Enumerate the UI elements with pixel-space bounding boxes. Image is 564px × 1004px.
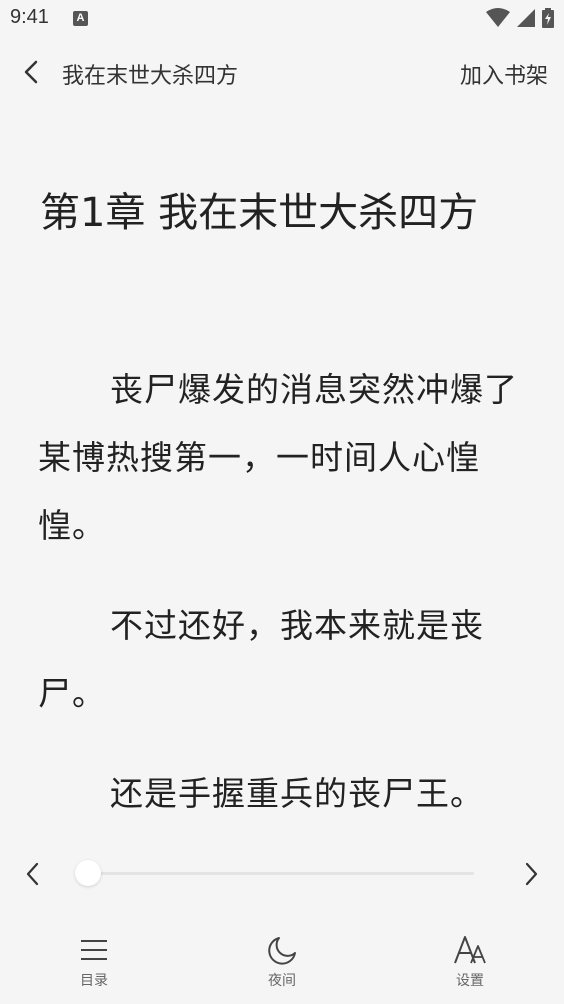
- chevron-left-icon: [26, 862, 39, 886]
- nav-item-night[interactable]: 夜间: [237, 928, 327, 1004]
- signal-icon: [517, 9, 535, 27]
- chapter-content: 丧尸爆发的消息突然冲爆了某博热搜第一，一时间人心惶惶。 不过还好，我本来就是丧尸…: [38, 356, 532, 860]
- paragraph: 还是手握重兵的丧尸王。: [110, 774, 484, 813]
- bottom-nav: 目录 夜间 设置: [0, 928, 564, 1004]
- status-time: 9:41: [10, 6, 49, 28]
- chevron-left-icon: [24, 60, 38, 84]
- paragraph: 不过还好，我本来就是丧尸。: [38, 606, 484, 713]
- status-bar: 9:41 A: [0, 0, 564, 38]
- chevron-right-icon: [525, 862, 538, 886]
- notification-a-icon: A: [73, 11, 88, 26]
- nav-label-night: 夜间: [268, 973, 296, 989]
- progress-thumb[interactable]: [75, 860, 101, 886]
- wifi-icon: [486, 8, 510, 27]
- previous-chapter-button[interactable]: [16, 856, 50, 892]
- nav-item-settings[interactable]: 设置: [425, 928, 515, 1004]
- progress-slider[interactable]: [75, 860, 474, 886]
- chapter-title: 第1章 我在末世大杀四方: [40, 190, 479, 236]
- nav-label-catalog: 目录: [80, 973, 108, 989]
- next-chapter-button[interactable]: [514, 856, 548, 892]
- nav-item-catalog[interactable]: 目录: [49, 928, 139, 1004]
- paragraph: 丧尸爆发的消息突然冲爆了某博热搜第一，一时间人心惶惶。: [38, 370, 518, 545]
- chapter-progress-bar: [0, 846, 564, 902]
- back-button[interactable]: [14, 54, 50, 90]
- menu-list-icon: [81, 940, 107, 960]
- add-to-shelf-button[interactable]: 加入书架: [460, 58, 548, 90]
- battery-icon: [542, 8, 554, 28]
- font-settings-icon: [454, 936, 486, 964]
- status-icons: [486, 8, 554, 28]
- moon-icon: [268, 937, 296, 965]
- book-title: 我在末世大杀四方: [62, 64, 239, 89]
- reader-header: 我在末世大杀四方 加入书架: [0, 38, 564, 108]
- nav-label-settings: 设置: [456, 973, 484, 989]
